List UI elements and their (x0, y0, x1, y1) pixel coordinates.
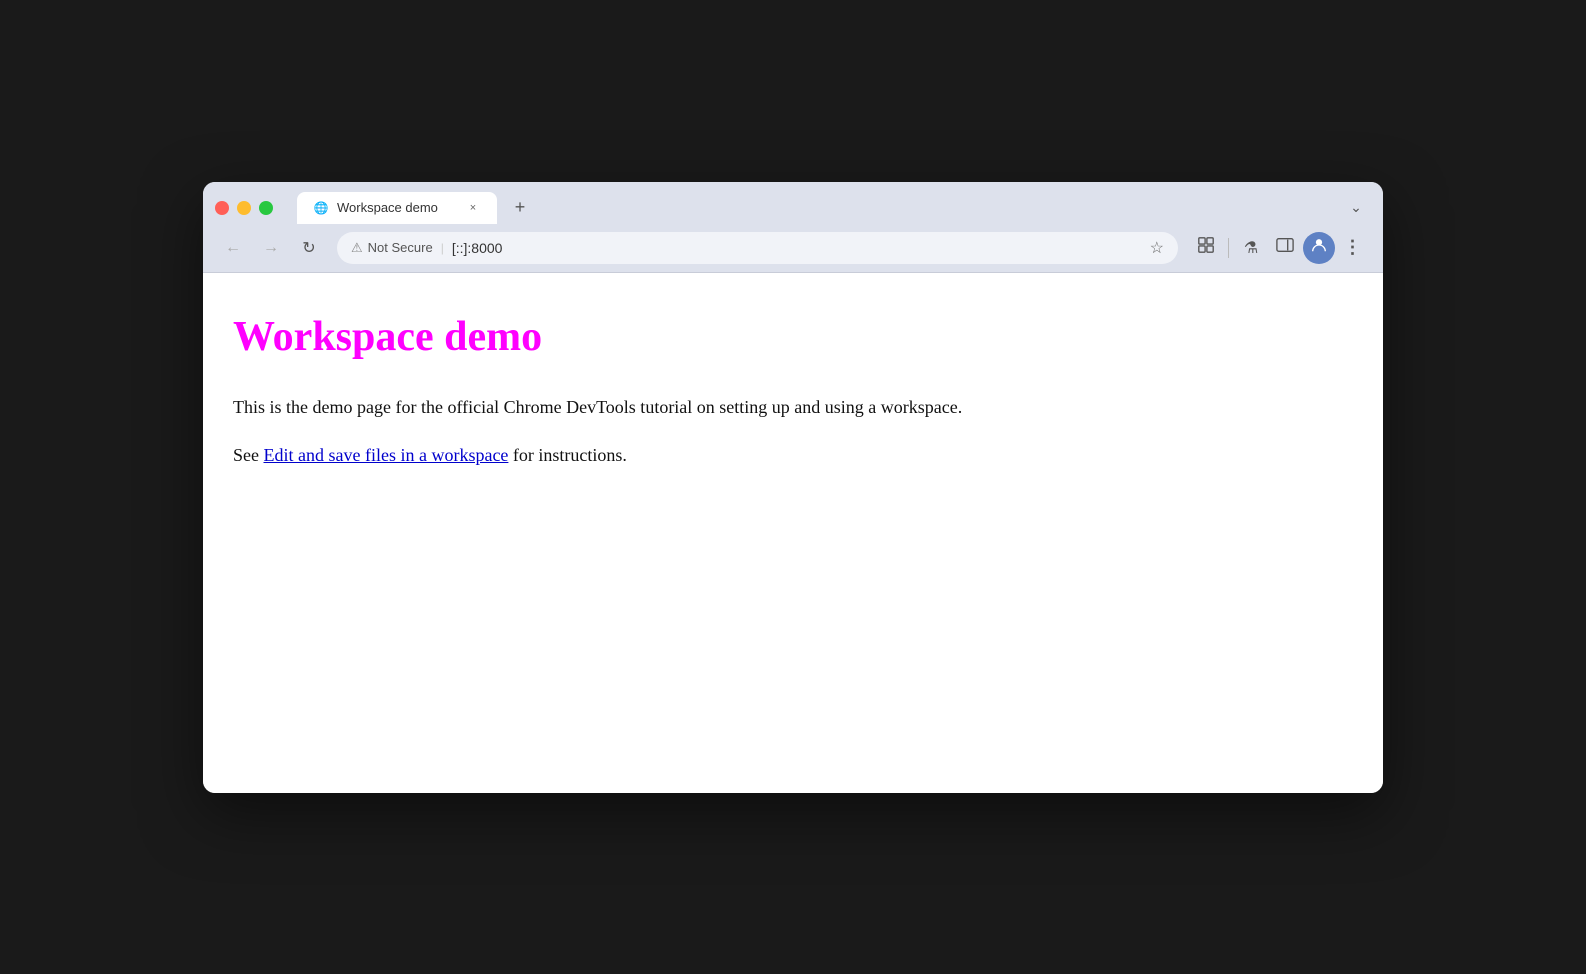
workspace-link[interactable]: Edit and save files in a workspace (264, 445, 509, 465)
forward-icon: → (263, 239, 279, 257)
profile-icon (1310, 236, 1328, 259)
nav-tools: ⚗ (1190, 232, 1369, 264)
traffic-lights (215, 201, 273, 215)
tab-title: Workspace demo (337, 200, 457, 215)
paragraph-2-before: See (233, 445, 264, 465)
bookmark-star-icon[interactable]: ☆ (1150, 238, 1164, 258)
page-content: Workspace demo This is the demo page for… (203, 273, 1383, 793)
sidebar-icon (1276, 236, 1294, 259)
more-icon: ⋮ (1344, 237, 1363, 258)
minimize-traffic-light[interactable] (237, 201, 251, 215)
navigation-bar: ← → ↻ ⚠ Not Secure | [::]:8000 ☆ (203, 224, 1383, 273)
close-traffic-light[interactable] (215, 201, 229, 215)
tool-separator (1228, 238, 1229, 258)
active-tab[interactable]: 🌐 Workspace demo × (297, 192, 497, 224)
maximize-traffic-light[interactable] (259, 201, 273, 215)
forward-button[interactable]: → (255, 232, 287, 264)
tab-close-button[interactable]: × (465, 200, 481, 216)
page-heading: Workspace demo (233, 313, 1353, 361)
extensions-icon (1197, 236, 1215, 259)
new-tab-button[interactable]: + (505, 193, 535, 223)
paragraph-1: This is the demo page for the official C… (233, 393, 1353, 422)
page-body: This is the demo page for the official C… (233, 393, 1353, 471)
flask-icon: ⚗ (1244, 238, 1258, 258)
paragraph-2-after: for instructions. (508, 445, 627, 465)
security-label: Not Secure (368, 240, 433, 255)
warning-icon: ⚠ (351, 240, 363, 256)
more-options-button[interactable]: ⋮ (1337, 232, 1369, 264)
tab-strip: 🌐 Workspace demo × + ⌄ (203, 182, 1383, 224)
back-button[interactable]: ← (217, 232, 249, 264)
address-bar[interactable]: ⚠ Not Secure | [::]:8000 ☆ (337, 232, 1178, 264)
reload-button[interactable]: ↻ (293, 232, 325, 264)
tab-favicon-icon: 🌐 (313, 200, 329, 216)
back-icon: ← (225, 239, 241, 257)
url-text: [::]:8000 (452, 240, 1142, 256)
profile-button[interactable] (1303, 232, 1335, 264)
reload-icon: ↻ (302, 238, 315, 258)
lab-button[interactable]: ⚗ (1235, 232, 1267, 264)
browser-window: 🌐 Workspace demo × + ⌄ ← → ↻ ⚠ (203, 182, 1383, 793)
title-bar: 🌐 Workspace demo × + ⌄ ← → ↻ ⚠ (203, 182, 1383, 273)
sidebar-button[interactable] (1269, 232, 1301, 264)
extensions-button[interactable] (1190, 232, 1222, 264)
security-warning: ⚠ Not Secure (351, 240, 433, 256)
url-separator: | (441, 241, 444, 255)
paragraph-2: See Edit and save files in a workspace f… (233, 441, 1353, 470)
tab-dropdown-button[interactable]: ⌄ (1341, 193, 1371, 223)
